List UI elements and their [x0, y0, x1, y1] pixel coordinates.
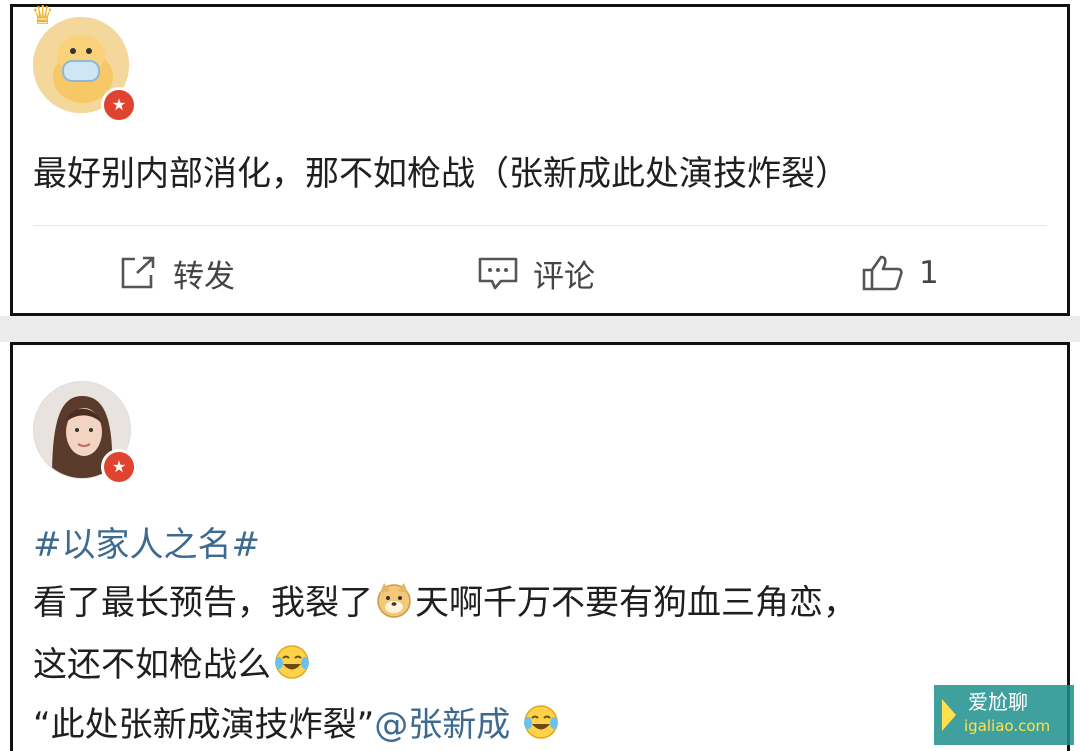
- watermark-url: igaliao.com: [964, 717, 1050, 735]
- post-line-2: 这还不如枪战么: [33, 637, 313, 686]
- watermark-logo-icon: 爱尬聊 igaliao.com: [934, 685, 1074, 745]
- feed-separator: [0, 316, 1080, 342]
- like-count: 1: [919, 255, 939, 291]
- post-text: 看了最长预告，我裂了: [33, 583, 373, 623]
- share-icon: [121, 256, 155, 289]
- mention-link[interactable]: @张新成: [374, 697, 510, 746]
- crown-icon: ♛: [31, 1, 55, 31]
- watermark: 爱尬聊 igaliao.com: [934, 685, 1074, 745]
- comment-label: 评论: [533, 258, 595, 295]
- watermark-brand: 爱尬聊: [968, 690, 1028, 714]
- repost-label: 转发: [173, 258, 235, 295]
- laugh-cry-emoji-icon: [524, 704, 559, 739]
- hashtag-link[interactable]: #以家人之名#: [33, 517, 260, 566]
- post-card-1: ♛ ★ 最好别内部消化，那不如枪战（张新成此处演技炸裂） 转发 评论 1: [10, 1, 1070, 316]
- post-text: 天啊千万不要有狗血三角恋，: [415, 583, 857, 623]
- comment-button[interactable]: 评论: [477, 253, 595, 295]
- verified-badge-icon: ★: [101, 87, 137, 123]
- post-line-3: “此处张新成演技炸裂” @张新成: [33, 697, 562, 746]
- divider: [33, 225, 1047, 226]
- post-text: 最好别内部消化，那不如枪战（张新成此处演技炸裂）: [33, 154, 849, 194]
- comment-icon: [478, 257, 518, 290]
- post-card-2: ★ #以家人之名# 看了最长预告，我裂了 天啊千万不要有狗血三角恋， 这还不如枪…: [10, 342, 1070, 751]
- post-text: 这还不如枪战么: [33, 645, 271, 685]
- post-text: “此处张新成演技炸裂”: [33, 705, 375, 745]
- repost-button[interactable]: 转发: [119, 253, 235, 295]
- verified-badge-icon: ★: [101, 449, 137, 485]
- like-button[interactable]: 1: [861, 253, 939, 293]
- post-line-1: 看了最长预告，我裂了 天啊千万不要有狗血三角恋，: [33, 575, 857, 624]
- doge-emoji-icon: [377, 582, 411, 618]
- laugh-cry-emoji-icon: [275, 644, 309, 679]
- thumbs-up-icon: [862, 255, 903, 291]
